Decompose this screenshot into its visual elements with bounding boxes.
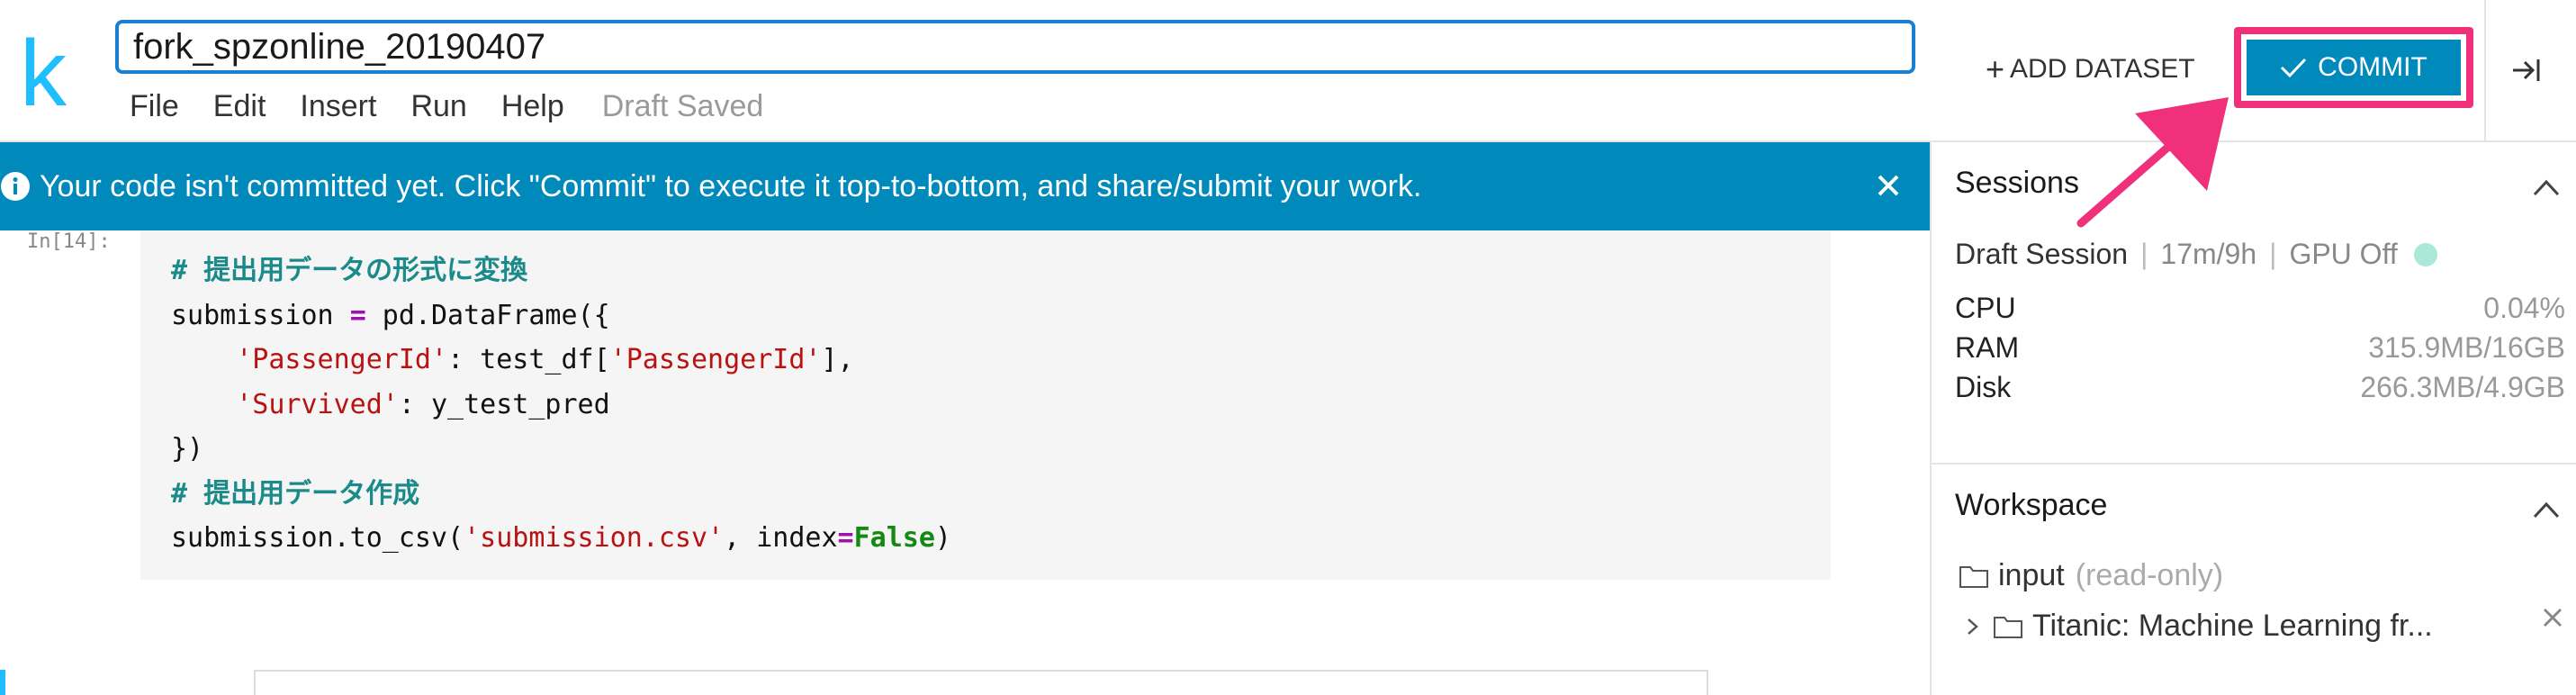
menu-help[interactable]: Help bbox=[501, 89, 564, 124]
code-line: # 提出用データ作成 bbox=[171, 477, 420, 510]
ram-label: RAM bbox=[1955, 331, 2020, 364]
session-time: 17m/9h bbox=[2160, 238, 2257, 270]
commit-reminder-banner: Your code isn't committed yet. Click "Co… bbox=[0, 142, 1930, 230]
chevron-up-icon[interactable] bbox=[2531, 499, 2562, 520]
add-dataset-label: ADD DATASET bbox=[2010, 54, 2195, 84]
code-line: submission.to_csv('submission.csv', inde… bbox=[171, 522, 951, 554]
read-only-note: (read-only) bbox=[2075, 558, 2224, 592]
code-line: }) bbox=[171, 433, 204, 465]
cell-prompt: In[14]: bbox=[27, 230, 111, 253]
header-divider bbox=[2484, 0, 2486, 142]
code-line: submission = pd.DataFrame({ bbox=[171, 299, 610, 331]
check-icon bbox=[2281, 58, 2307, 78]
code-line: # 提出用データの形式に変換 bbox=[171, 255, 528, 286]
next-code-cell[interactable] bbox=[254, 670, 1708, 695]
cpu-value: 0.04% bbox=[2483, 292, 2565, 324]
session-name: Draft Session bbox=[1955, 238, 2129, 270]
menu-file[interactable]: File bbox=[130, 89, 179, 124]
disk-value: 266.3MB/4.9GB bbox=[2360, 371, 2565, 403]
kaggle-logo[interactable]: k bbox=[20, 27, 67, 121]
input-folder-label: input bbox=[1998, 558, 2065, 592]
menu-edit[interactable]: Edit bbox=[213, 89, 266, 124]
chevron-right-icon[interactable] bbox=[1964, 614, 1982, 639]
dataset-name: Titanic: Machine Learning fr... bbox=[2032, 609, 2433, 643]
session-info: Draft Session | 17m/9h | GPU Off bbox=[1955, 238, 2437, 271]
commit-button[interactable]: COMMIT bbox=[2247, 40, 2461, 95]
menu-insert[interactable]: Insert bbox=[300, 89, 376, 124]
info-icon bbox=[1, 172, 30, 201]
collapse-panel-icon[interactable] bbox=[2508, 52, 2544, 88]
folder-icon bbox=[1994, 616, 2022, 638]
close-icon[interactable] bbox=[1872, 169, 1905, 202]
cell-selection-marker bbox=[0, 670, 5, 695]
banner-message: Your code isn't committed yet. Click "Co… bbox=[40, 169, 1422, 203]
menu-bar: File Edit Insert Run Help Draft Saved bbox=[130, 86, 763, 126]
workspace-input-folder[interactable]: input (read-only) bbox=[1959, 558, 2223, 593]
right-sidebar: Sessions Draft Session | 17m/9h | GPU Of… bbox=[1930, 142, 2576, 695]
plus-icon: + bbox=[1986, 50, 2005, 87]
save-status: Draft Saved bbox=[601, 88, 764, 123]
code-editor[interactable]: # 提出用データの形式に変換 submission = pd.DataFrame(… bbox=[171, 248, 951, 561]
gpu-status[interactable]: GPU Off bbox=[2289, 238, 2397, 271]
code-cell[interactable]: # 提出用データの形式に変換 submission = pd.DataFrame(… bbox=[140, 230, 1831, 580]
notebook-title-input[interactable] bbox=[115, 20, 1915, 74]
dataset-item[interactable]: Titanic: Machine Learning fr... bbox=[1964, 609, 2433, 644]
menu-run[interactable]: Run bbox=[410, 89, 466, 124]
ram-value: 315.9MB/16GB bbox=[2368, 331, 2565, 364]
add-dataset-button[interactable]: + ADD DATASET bbox=[1986, 50, 2195, 88]
workspace-title: Workspace bbox=[1955, 488, 2108, 522]
sessions-title: Sessions bbox=[1955, 166, 2079, 200]
code-line: 'PassengerId': test_df['PassengerId'], bbox=[236, 344, 854, 375]
chevron-up-icon[interactable] bbox=[2531, 176, 2562, 198]
remove-dataset-icon[interactable] bbox=[2540, 605, 2565, 630]
sidebar-divider bbox=[1932, 463, 2576, 465]
code-line: 'Survived': y_test_pred bbox=[236, 388, 610, 420]
folder-icon bbox=[1959, 565, 1988, 588]
commit-label: COMMIT bbox=[2318, 52, 2427, 82]
gpu-status-dot bbox=[2413, 242, 2437, 266]
cpu-label: CPU bbox=[1955, 292, 2016, 324]
notebook-header: k File Edit Insert Run Help Draft Saved … bbox=[0, 0, 2576, 142]
disk-label: Disk bbox=[1955, 371, 2012, 403]
